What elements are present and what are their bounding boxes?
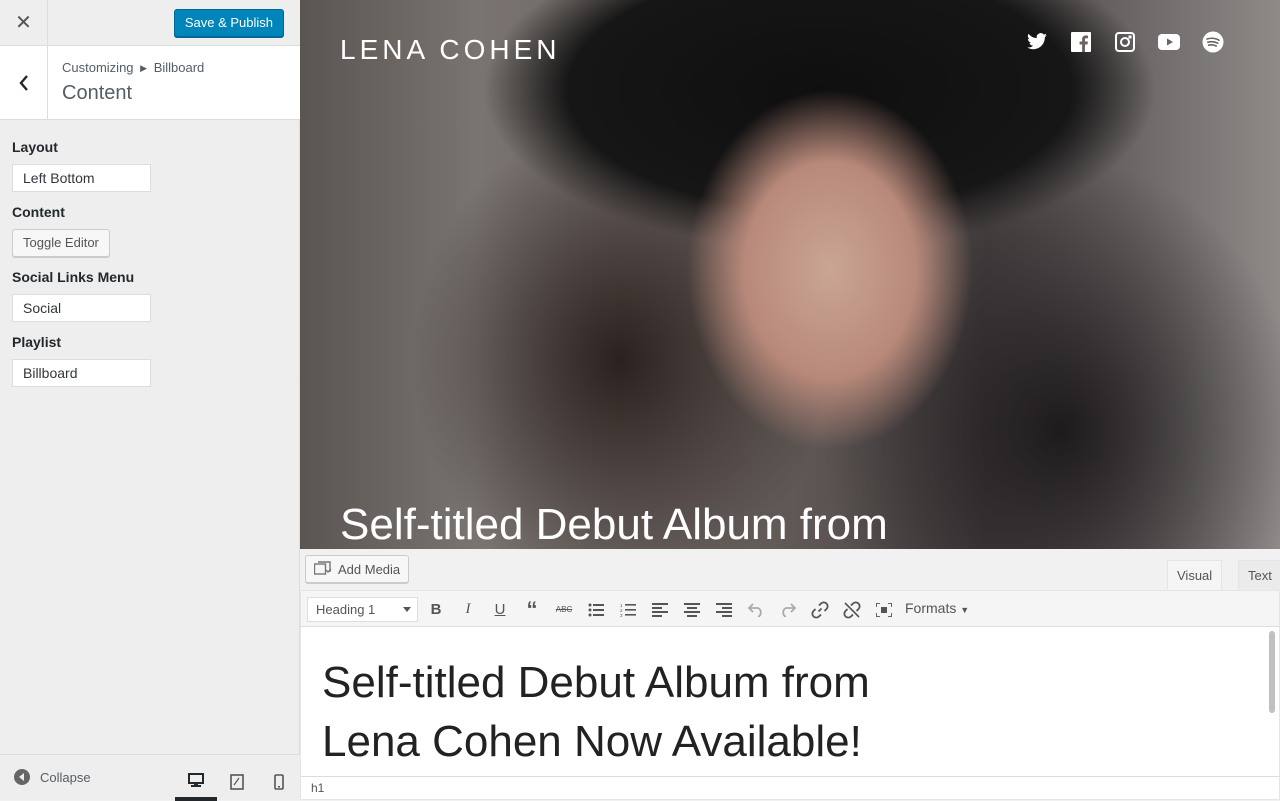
bold-button[interactable]: B bbox=[423, 597, 449, 622]
svg-text:3: 3 bbox=[620, 613, 623, 617]
layout-select[interactable]: Left Bottom bbox=[12, 164, 151, 192]
insert-link-button[interactable] bbox=[807, 597, 833, 622]
editor-heading[interactable]: Self-titled Debut Album from Lena Cohen … bbox=[322, 653, 870, 771]
layout-label: Layout bbox=[12, 139, 58, 155]
back-button[interactable] bbox=[0, 46, 48, 119]
controls-panel: Layout Left Bottom Content Toggle Editor… bbox=[12, 137, 288, 397]
redo-icon bbox=[782, 602, 796, 617]
blockquote-icon: “ bbox=[526, 596, 538, 622]
customizer-footer: Collapse bbox=[0, 754, 300, 801]
blockquote-button[interactable]: “ bbox=[519, 597, 545, 622]
editor-scrollbar[interactable] bbox=[1269, 631, 1275, 713]
editor-content-area[interactable]: Self-titled Debut Album from Lena Cohen … bbox=[300, 627, 1280, 776]
align-left-button[interactable] bbox=[647, 597, 673, 622]
formats-menu[interactable]: Formats ▼ bbox=[905, 600, 969, 616]
block-format-select[interactable]: Heading 1 bbox=[307, 597, 418, 622]
facebook-icon[interactable] bbox=[1070, 31, 1092, 53]
underline-button[interactable]: U bbox=[487, 597, 513, 622]
chevron-down-icon: ▼ bbox=[960, 605, 970, 615]
breadcrumb-current: Billboard bbox=[153, 60, 205, 75]
add-media-button[interactable]: Add Media bbox=[305, 555, 410, 583]
section-title: Content bbox=[62, 82, 133, 104]
formats-label: Formats bbox=[905, 600, 957, 616]
save-publish-button[interactable]: Save & Publish bbox=[173, 9, 284, 37]
hero-heading: Self-titled Debut Album from bbox=[340, 500, 888, 549]
redo-button[interactable] bbox=[775, 597, 801, 622]
desktop-icon bbox=[188, 773, 204, 787]
tab-text[interactable]: Text bbox=[1238, 560, 1280, 590]
chevron-down-icon bbox=[403, 607, 411, 612]
italic-button[interactable]: I bbox=[455, 597, 481, 622]
breadcrumb-root: Customizing bbox=[62, 60, 134, 75]
content-label: Content bbox=[12, 204, 65, 220]
link-icon bbox=[811, 600, 829, 619]
close-button[interactable]: ✕ bbox=[0, 0, 48, 45]
numbered-list-button[interactable]: 123 bbox=[615, 597, 641, 622]
align-right-icon bbox=[716, 602, 732, 617]
align-right-button[interactable] bbox=[711, 597, 737, 622]
section-header: Customizing ▶ Billboard Content bbox=[0, 46, 300, 120]
instagram-icon[interactable] bbox=[1114, 31, 1136, 53]
align-center-icon bbox=[684, 602, 700, 617]
fullscreen-button[interactable] bbox=[871, 597, 897, 622]
chevron-left-icon bbox=[18, 74, 28, 91]
editor-toolbar: Heading 1 B I U “ ABC 123 Formats ▼ bbox=[300, 590, 1280, 627]
italic-icon: I bbox=[465, 601, 471, 617]
tablet-icon bbox=[230, 774, 244, 790]
social-links-menu-label: Social Links Menu bbox=[12, 269, 135, 285]
undo-icon bbox=[748, 602, 762, 617]
bold-icon: B bbox=[430, 601, 442, 618]
unlink-icon bbox=[843, 600, 861, 619]
undo-button[interactable] bbox=[743, 597, 769, 622]
preview-desktop-button[interactable] bbox=[175, 763, 217, 801]
tab-visual[interactable]: Visual bbox=[1167, 560, 1223, 590]
youtube-icon[interactable] bbox=[1158, 31, 1180, 53]
twitter-icon[interactable] bbox=[1026, 31, 1048, 53]
remove-link-button[interactable] bbox=[839, 597, 865, 622]
breadcrumb-separator-icon: ▶ bbox=[140, 63, 148, 73]
breadcrumb: Customizing ▶ Billboard bbox=[62, 60, 204, 75]
collapse-label: Collapse bbox=[40, 769, 91, 785]
preview-tablet-button[interactable] bbox=[216, 763, 258, 801]
customizer-header: ✕ Save & Publish bbox=[0, 0, 300, 46]
add-media-label: Add Media bbox=[338, 561, 401, 577]
underline-icon: U bbox=[494, 601, 506, 618]
spotify-icon[interactable] bbox=[1202, 31, 1224, 53]
align-center-button[interactable] bbox=[679, 597, 705, 622]
editor-heading-line-2: Lena Cohen Now Available! bbox=[322, 717, 862, 766]
mobile-icon bbox=[274, 774, 284, 790]
bullet-list-icon bbox=[588, 603, 604, 616]
site-title[interactable]: LENA COHEN bbox=[340, 34, 561, 66]
playlist-label: Playlist bbox=[12, 334, 62, 350]
align-left-icon bbox=[652, 602, 668, 617]
numbered-list-icon: 123 bbox=[620, 603, 636, 617]
preview-mobile-button[interactable] bbox=[258, 763, 300, 801]
toggle-editor-button[interactable]: Toggle Editor bbox=[12, 229, 110, 257]
playlist-select[interactable]: Billboard bbox=[12, 359, 151, 387]
fullscreen-icon bbox=[876, 602, 892, 617]
media-icon bbox=[314, 561, 332, 575]
content-editor: Add Media Visual Text Heading 1 B I U “ … bbox=[300, 549, 1280, 800]
collapse-icon bbox=[14, 769, 30, 785]
social-links-menu-select[interactable]: Social bbox=[12, 294, 151, 322]
editor-heading-line-1: Self-titled Debut Album from bbox=[322, 658, 870, 707]
close-icon: ✕ bbox=[15, 12, 32, 34]
customizer-sidebar: ✕ Save & Publish Customizing ▶ Billboard… bbox=[0, 0, 300, 801]
site-preview[interactable]: LENA COHEN Self-titled Debut Album from bbox=[300, 0, 1280, 549]
collapse-button[interactable]: Collapse bbox=[14, 769, 91, 785]
social-links bbox=[1026, 31, 1224, 53]
editor-status-path: h1 bbox=[300, 776, 1280, 800]
strikethrough-button[interactable]: ABC bbox=[551, 597, 577, 622]
block-format-value: Heading 1 bbox=[316, 602, 376, 617]
bullet-list-button[interactable] bbox=[583, 597, 609, 622]
strikethrough-icon: ABC bbox=[555, 605, 573, 614]
